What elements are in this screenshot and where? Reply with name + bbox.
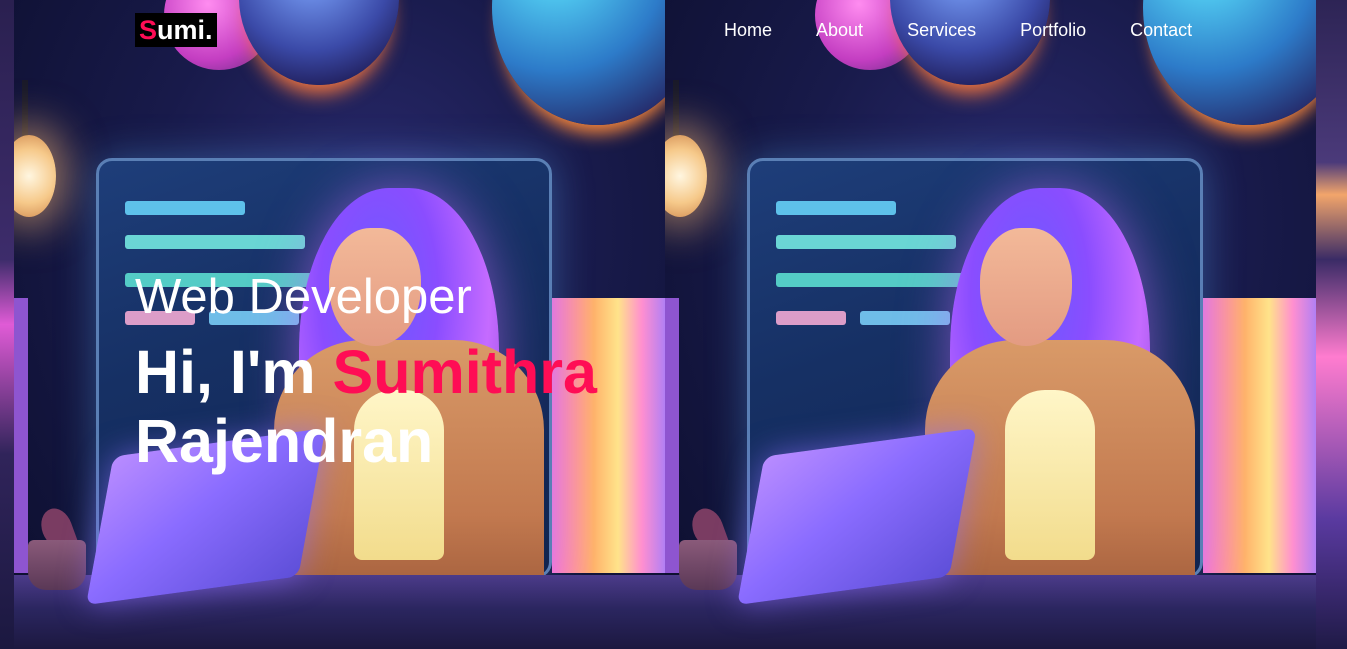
screen-code-line (125, 201, 245, 215)
woman-face-illustration (980, 228, 1072, 346)
nav-link-home[interactable]: Home (724, 18, 772, 42)
lamp-cord (22, 80, 28, 140)
logo-accent-letter: S (139, 15, 158, 45)
lamp-cord (673, 80, 679, 140)
nav-link-about[interactable]: About (816, 18, 863, 42)
plant-pot (679, 540, 737, 590)
nav-link-services[interactable]: Services (907, 18, 976, 42)
background-edge-left (0, 0, 14, 649)
background-tile (665, 0, 1316, 649)
hero-first-name: Sumithra (332, 338, 597, 406)
woman-shirt-illustration (1005, 390, 1095, 560)
screen-code-line (125, 235, 305, 249)
hero-section: Web Developer Hi, I'm Sumithra Rajendran (135, 268, 695, 476)
screen-code-line (776, 235, 956, 249)
screen-code-line (776, 201, 896, 215)
neon-panel (1203, 298, 1316, 573)
logo-text: umi (157, 15, 206, 45)
nav-link-contact[interactable]: Contact (1130, 18, 1192, 42)
background-edge-right (1316, 0, 1347, 649)
plant-pot (28, 540, 86, 590)
lamp-bulb (665, 135, 707, 217)
hero-last-name: Rajendran (135, 407, 434, 475)
hero-headline: Hi, I'm Sumithra Rajendran (135, 338, 695, 476)
nav-link-portfolio[interactable]: Portfolio (1020, 18, 1086, 42)
logo-dot: . (205, 15, 213, 45)
hero-greeting: Hi, I'm (135, 338, 316, 406)
lamp-bulb (14, 135, 56, 217)
neon-strip (14, 298, 28, 573)
screen-code-line (860, 311, 950, 325)
cyan-orb-decoration (492, 0, 665, 125)
blue-orb-decoration (890, 0, 1050, 85)
blue-orb-decoration (239, 0, 399, 85)
main-nav: Home About Services Portfolio Contact (724, 18, 1192, 42)
hero-role: Web Developer (135, 270, 472, 324)
screen-code-line (776, 311, 846, 325)
site-logo[interactable]: Sumi. (135, 13, 217, 47)
